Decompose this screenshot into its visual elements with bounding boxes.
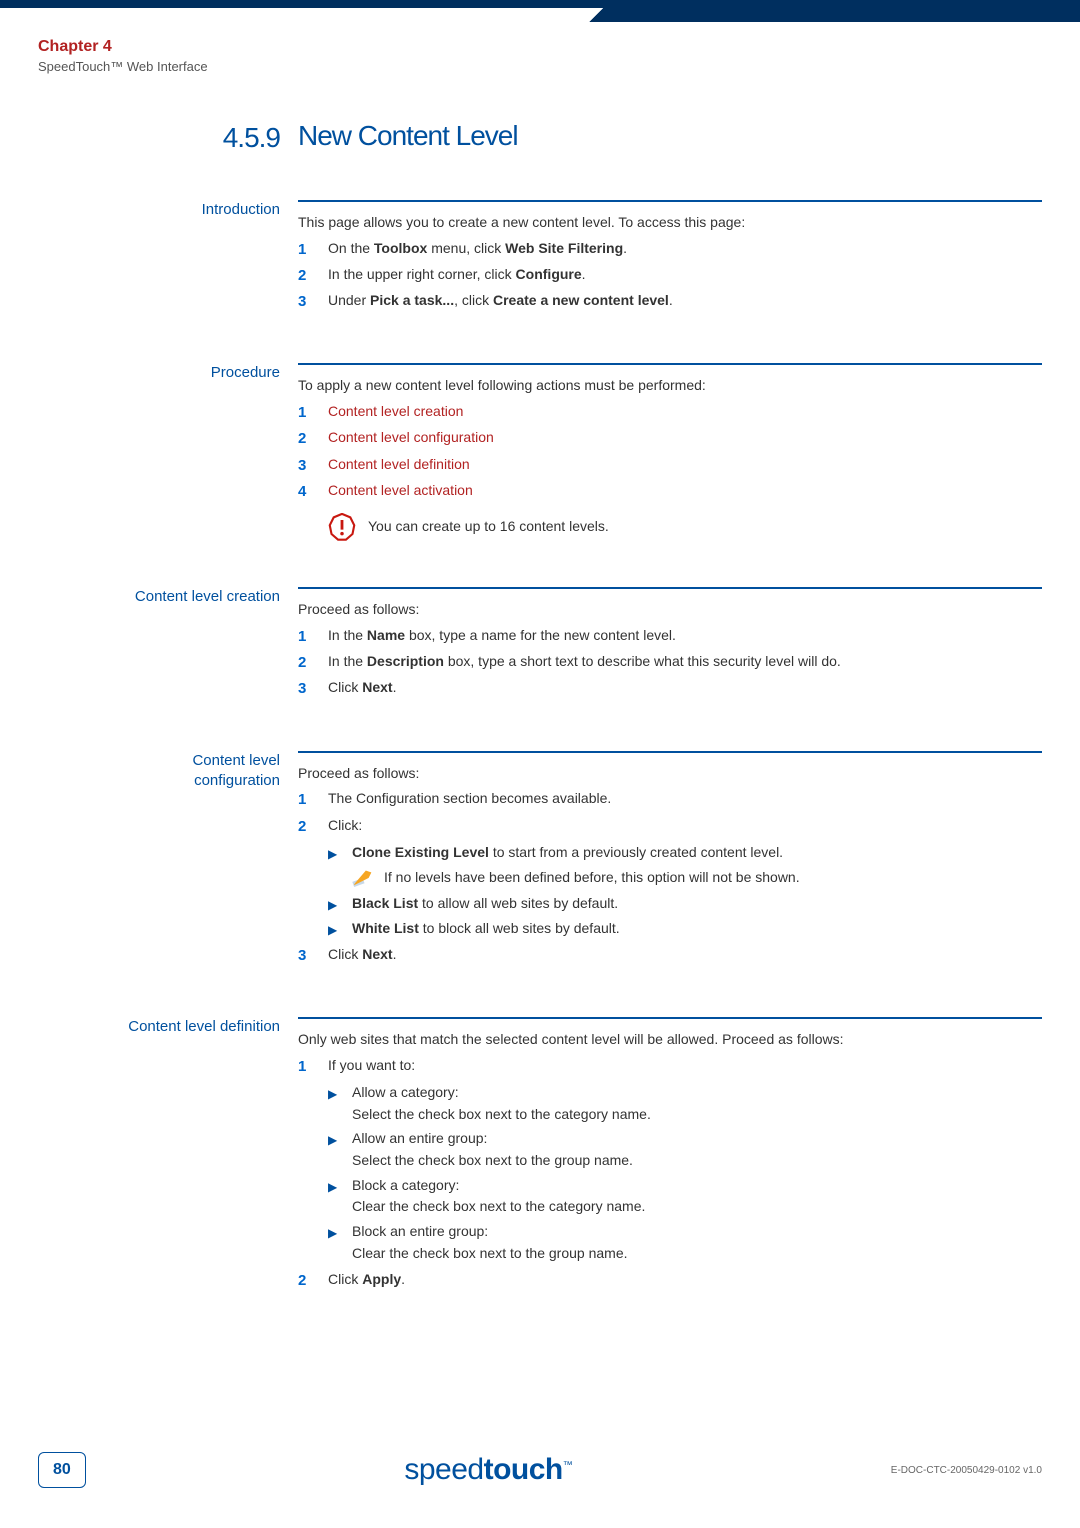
- caret-icon: ▶: [328, 1128, 352, 1150]
- config-label: Content levelconfiguration: [38, 751, 298, 972]
- intro-step: 3Under Pick a task..., click Create a ne…: [298, 290, 1042, 313]
- proc-item: 4Content level activation: [298, 480, 1042, 503]
- def-bullet: ▶Allow a category:Select the check box n…: [328, 1082, 1042, 1125]
- caret-icon: ▶: [328, 1221, 352, 1243]
- proc-item: 3Content level definition: [298, 454, 1042, 477]
- config-note: If no levels have been defined before, t…: [384, 867, 800, 889]
- def-bullet: ▶Allow an entire group:Select the check …: [328, 1128, 1042, 1171]
- proc-item: 1Content level creation: [298, 401, 1042, 424]
- def-bullet: ▶Block a category:Clear the check box ne…: [328, 1175, 1042, 1218]
- def-step: 2Click Apply.: [298, 1269, 1042, 1292]
- definition-lead: Only web sites that match the selected c…: [298, 1029, 1042, 1051]
- chapter-label: Chapter 4: [38, 38, 208, 56]
- config-lead: Proceed as follows:: [298, 763, 1042, 785]
- caret-icon: ▶: [328, 842, 352, 864]
- intro-label: Introduction: [38, 200, 298, 317]
- proc-item: 2Content level configuration: [298, 427, 1042, 450]
- section-title: New Content Level: [298, 120, 518, 151]
- procedure-lead: To apply a new content level following a…: [298, 375, 1042, 397]
- pencil-icon: [352, 867, 374, 889]
- procedure-label: Procedure: [38, 363, 298, 541]
- config-bullet: ▶Black List to allow all web sites by de…: [328, 893, 1042, 915]
- config-step: 2Click:: [298, 815, 1042, 838]
- creation-lead: Proceed as follows:: [298, 599, 1042, 621]
- config-step: 1The Configuration section becomes avail…: [298, 788, 1042, 811]
- caret-icon: ▶: [328, 893, 352, 915]
- warn-text: You can create up to 16 content levels.: [368, 516, 609, 538]
- header-bar: [0, 0, 1080, 8]
- def-step: 1If you want to:: [298, 1055, 1042, 1078]
- thomson-icon: [984, 30, 1006, 52]
- creation-step: 3Click Next.: [298, 677, 1042, 700]
- chapter-subtitle: SpeedTouch™ Web Interface: [38, 59, 208, 74]
- caret-icon: ▶: [328, 1175, 352, 1197]
- doc-id: E-DOC-CTC-20050429-0102 v1.0: [891, 1465, 1042, 1476]
- thomson-text: THOMSON: [947, 55, 1042, 71]
- creation-step: 1In the Name box, type a name for the ne…: [298, 625, 1042, 648]
- section-number: 4.5.9: [223, 122, 280, 153]
- config-step: 3Click Next.: [298, 944, 1042, 967]
- caret-icon: ▶: [328, 918, 352, 940]
- intro-step: 1On the Toolbox menu, click Web Site Fil…: [298, 238, 1042, 261]
- speedtouch-logo: speedtouch™: [404, 1453, 572, 1487]
- intro-step: 2In the upper right corner, click Config…: [298, 264, 1042, 287]
- config-bullet: ▶White List to block all web sites by de…: [328, 918, 1042, 940]
- def-bullet: ▶Block an entire group:Clear the check b…: [328, 1221, 1042, 1264]
- caret-icon: ▶: [328, 1082, 352, 1104]
- page-number: 80: [38, 1452, 86, 1488]
- intro-lead: This page allows you to create a new con…: [298, 212, 1042, 234]
- thomson-logo: THOMSON: [947, 30, 1042, 71]
- alert-icon: [328, 513, 356, 541]
- config-bullet: ▶Clone Existing Level to start from a pr…: [328, 842, 1042, 864]
- creation-label: Content level creation: [38, 587, 298, 704]
- creation-step: 2In the Description box, type a short te…: [298, 651, 1042, 674]
- definition-label: Content level definition: [38, 1017, 298, 1296]
